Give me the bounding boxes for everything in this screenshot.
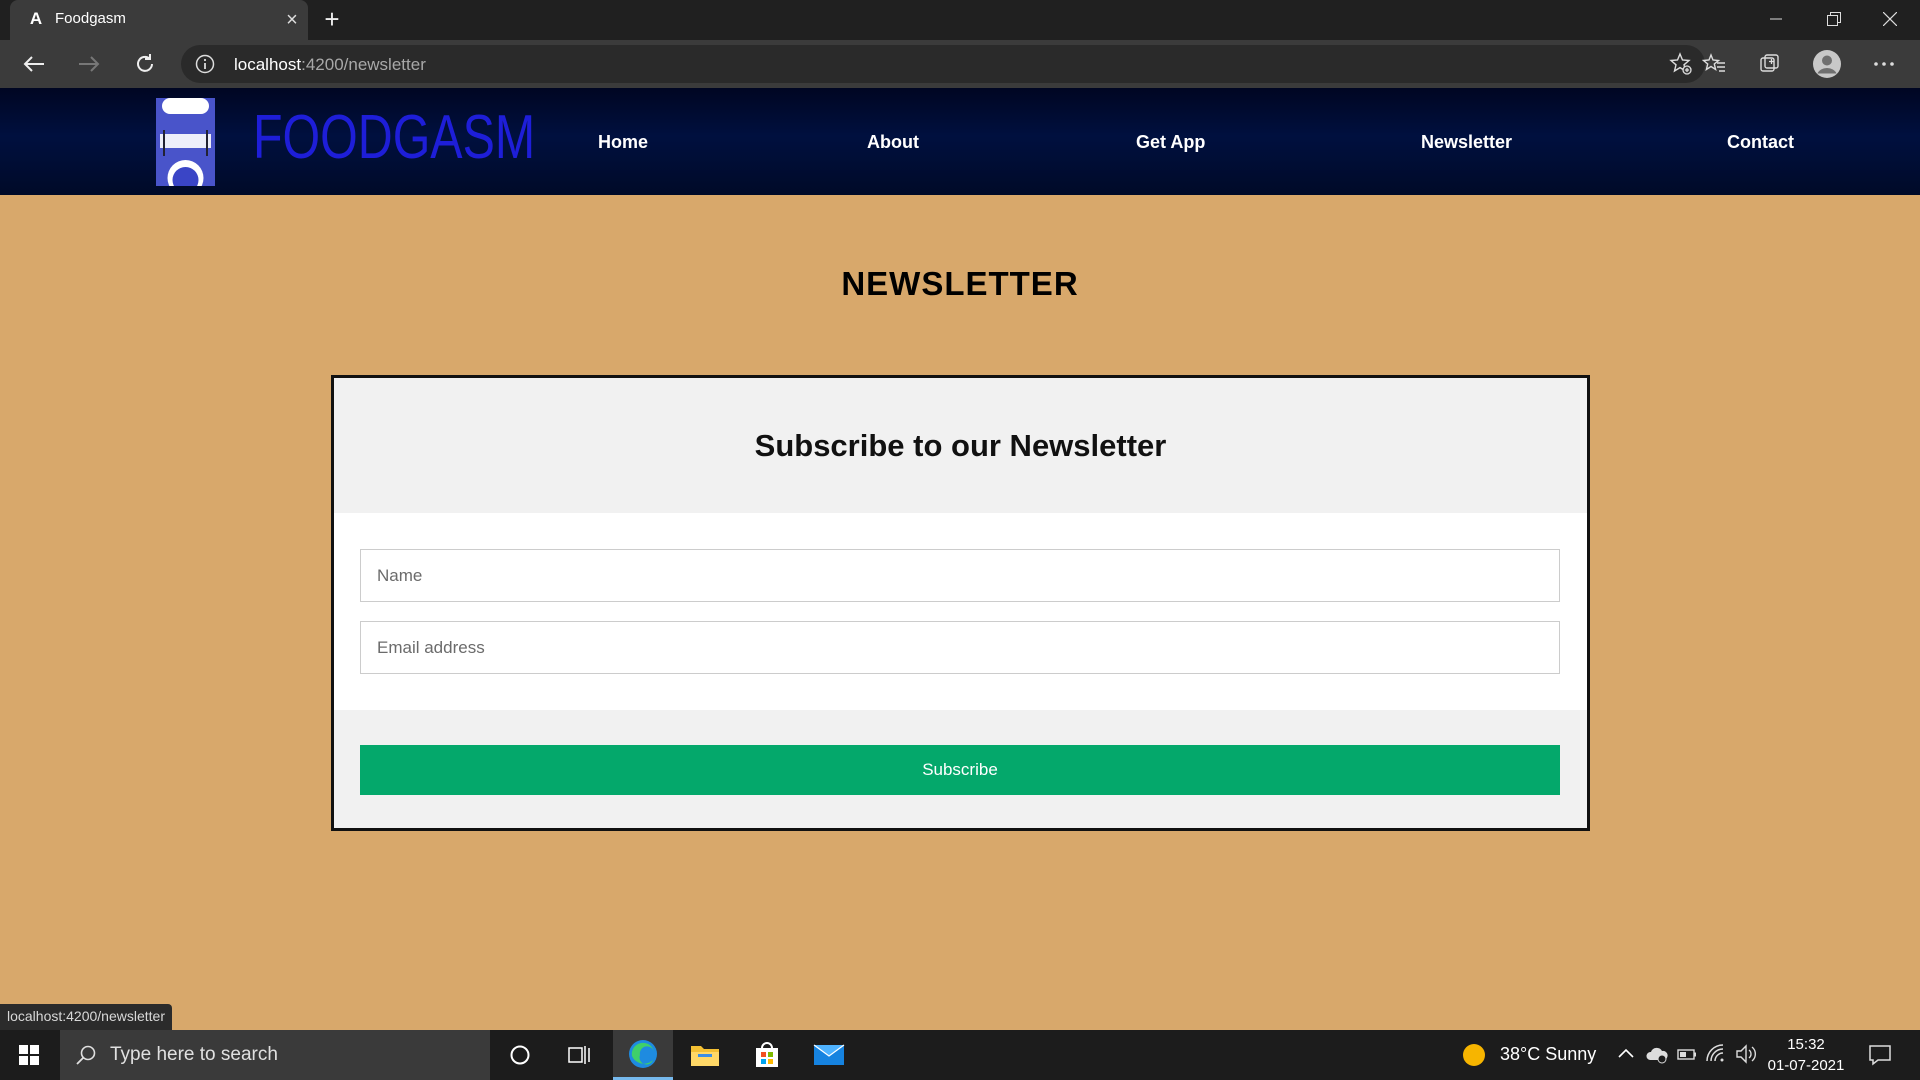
cortana-icon[interactable] xyxy=(490,1030,550,1080)
collections-icon[interactable] xyxy=(1752,48,1788,80)
search-placeholder: Type here to search xyxy=(110,1044,278,1065)
email-input[interactable] xyxy=(360,621,1560,674)
clock-time: 15:32 xyxy=(1787,1036,1825,1053)
restore-icon[interactable] xyxy=(1806,0,1862,38)
site-navbar: FOODGASM Home About Get App Newsletter C… xyxy=(0,88,1920,195)
refresh-icon[interactable] xyxy=(127,48,163,80)
task-view-icon[interactable] xyxy=(550,1030,610,1080)
mail-icon[interactable] xyxy=(799,1030,859,1080)
browser-toolbar: localhost:4200/newsletter xyxy=(0,40,1920,88)
close-window-icon[interactable] xyxy=(1862,0,1918,38)
taskbar-clock[interactable]: 15:32 01-07-2021 xyxy=(1762,1034,1850,1076)
page-title: NEWSLETTER xyxy=(841,265,1079,302)
onedrive-icon[interactable] xyxy=(1645,1043,1669,1070)
nav-home[interactable]: Home xyxy=(598,132,648,153)
subscribe-button[interactable]: Subscribe xyxy=(360,745,1560,795)
newsletter-card: Subscribe to our Newsletter Subscribe xyxy=(331,375,1590,831)
card-footer: Subscribe xyxy=(334,710,1587,828)
name-input[interactable] xyxy=(360,549,1560,602)
battery-icon[interactable] xyxy=(1676,1043,1698,1070)
search-icon xyxy=(76,1045,96,1065)
status-bar-url: localhost:4200/newsletter xyxy=(0,1004,172,1030)
url-host: localhost xyxy=(234,55,302,74)
more-options-icon[interactable] xyxy=(1866,48,1902,80)
nav-newsletter[interactable]: Newsletter xyxy=(1421,132,1512,153)
url-text: localhost:4200/newsletter xyxy=(234,55,426,75)
nav-about[interactable]: About xyxy=(867,132,919,153)
weather-text[interactable]: 38°C Sunny xyxy=(1500,1044,1596,1065)
minimize-icon[interactable] xyxy=(1748,0,1804,38)
taskbar-search-box[interactable]: Type here to search xyxy=(60,1030,490,1080)
file-explorer-icon[interactable] xyxy=(675,1030,735,1080)
info-icon[interactable] xyxy=(195,54,215,79)
site-logo[interactable] xyxy=(156,98,215,186)
close-tab-icon[interactable]: × xyxy=(280,8,304,32)
add-favorite-icon[interactable] xyxy=(1669,52,1693,81)
clock-date: 01-07-2021 xyxy=(1767,1057,1845,1074)
wifi-icon[interactable] xyxy=(1705,1043,1727,1070)
angular-icon: A xyxy=(29,9,43,28)
brand-name[interactable]: FOODGASM xyxy=(253,102,535,173)
microsoft-store-icon[interactable] xyxy=(737,1030,797,1080)
show-hidden-icons-icon[interactable] xyxy=(1617,1043,1635,1070)
nav-get-app[interactable]: Get App xyxy=(1136,132,1205,153)
volume-icon[interactable] xyxy=(1735,1043,1759,1070)
nav-contact[interactable]: Contact xyxy=(1727,132,1794,153)
favorites-icon[interactable] xyxy=(1696,48,1732,80)
windows-taskbar: Type here to search 38°C Sunny 15:32 01-… xyxy=(0,1030,1920,1080)
address-bar[interactable]: localhost:4200/newsletter xyxy=(181,45,1705,83)
windows-start-icon[interactable] xyxy=(0,1030,58,1080)
profile-avatar-icon[interactable] xyxy=(1809,48,1845,80)
sun-weather-icon[interactable] xyxy=(1462,1043,1486,1072)
card-header: Subscribe to our Newsletter xyxy=(334,378,1587,513)
browser-tab-bar: A Foodgasm × + xyxy=(0,0,1920,40)
browser-tab[interactable]: A Foodgasm × xyxy=(10,0,308,40)
tab-title: Foodgasm xyxy=(55,10,126,27)
notifications-icon[interactable] xyxy=(1868,1043,1892,1072)
card-heading: Subscribe to our Newsletter xyxy=(754,428,1167,463)
back-icon[interactable] xyxy=(16,48,52,80)
url-path: :4200/newsletter xyxy=(301,55,426,74)
new-tab-icon[interactable]: + xyxy=(318,6,346,34)
edge-browser-icon[interactable] xyxy=(613,1030,673,1080)
forward-icon[interactable] xyxy=(71,48,107,80)
